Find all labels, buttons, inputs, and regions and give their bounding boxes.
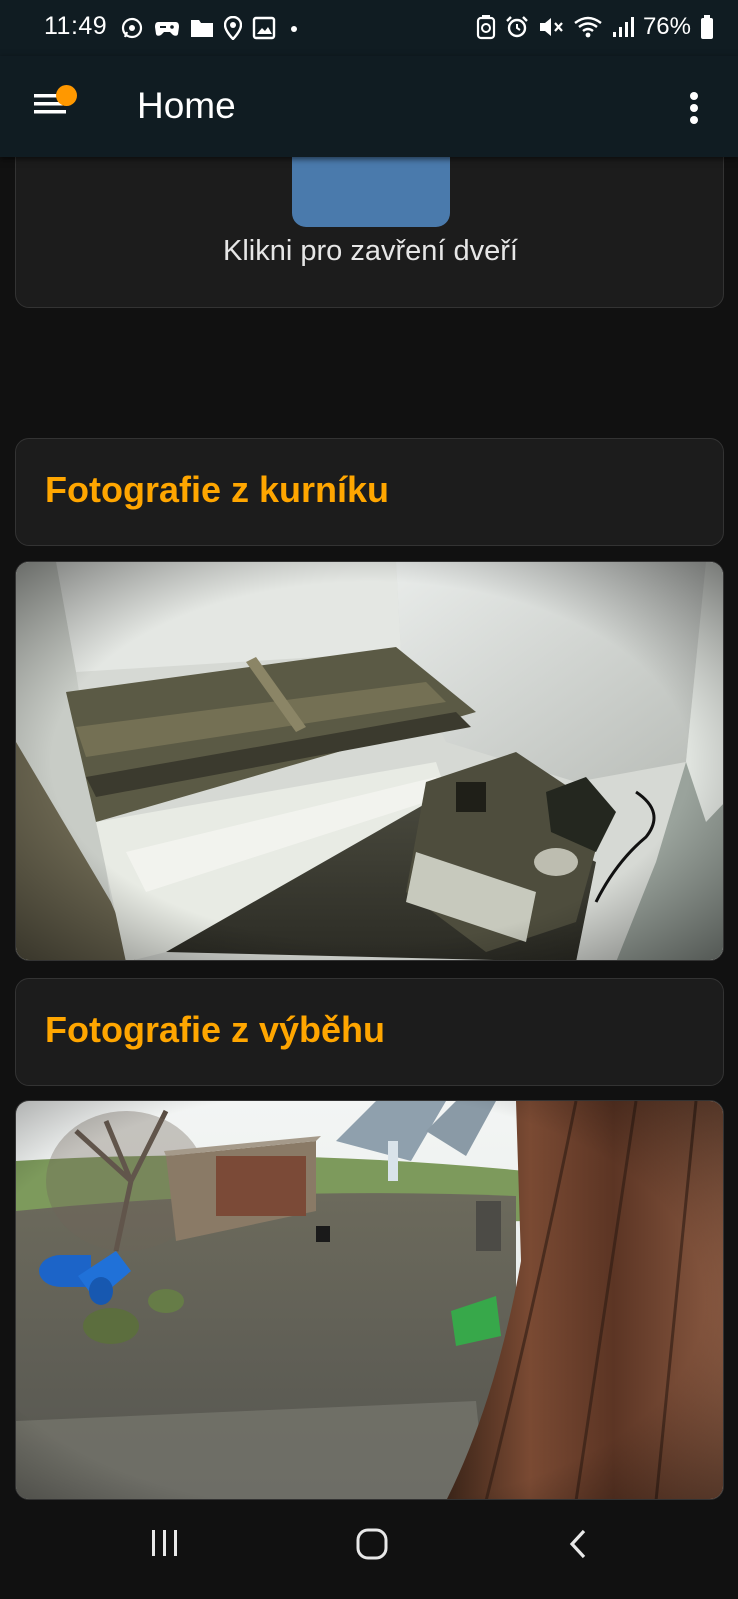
chicken-run-photo[interactable]: [15, 1100, 724, 1500]
battery-percent: 76%: [642, 13, 691, 40]
folder-icon: [191, 20, 213, 37]
recent-apps-icon[interactable]: [150, 1528, 180, 1558]
gamepad-icon: [155, 22, 179, 36]
status-time: 11:49: [44, 12, 108, 40]
run-photos-heading-card: Fotografie z výběhu: [15, 978, 724, 1086]
system-nav-bar: [0, 1500, 738, 1599]
more-vert-icon[interactable]: [688, 90, 700, 126]
mute-icon: [539, 18, 563, 36]
app-bar: Home: [0, 56, 738, 157]
close-door-label: Klikni pro zavření dveří: [223, 235, 518, 267]
battery-icon: [701, 15, 713, 39]
wifi-icon: [574, 16, 602, 38]
notification-badge: [56, 85, 77, 106]
alarm-icon: [506, 16, 528, 38]
page-title: Home: [137, 85, 236, 126]
recycle-icon: [476, 15, 496, 40]
coop-photos-heading: Fotografie z kurníku: [45, 469, 390, 510]
home-icon[interactable]: [356, 1528, 388, 1560]
signal-icon: [612, 17, 634, 37]
location-icon: [224, 16, 242, 40]
whatsapp-icon: [121, 17, 143, 39]
coop-interior-photo[interactable]: [15, 561, 724, 961]
coop-photos-heading-card: Fotografie z kurníku: [15, 438, 724, 546]
back-icon[interactable]: [568, 1528, 588, 1560]
status-bar: 11:49 76%: [0, 0, 738, 56]
run-photos-heading: Fotografie z výběhu: [45, 1009, 386, 1050]
image-icon: [252, 16, 276, 40]
dot-icon: [291, 26, 297, 32]
